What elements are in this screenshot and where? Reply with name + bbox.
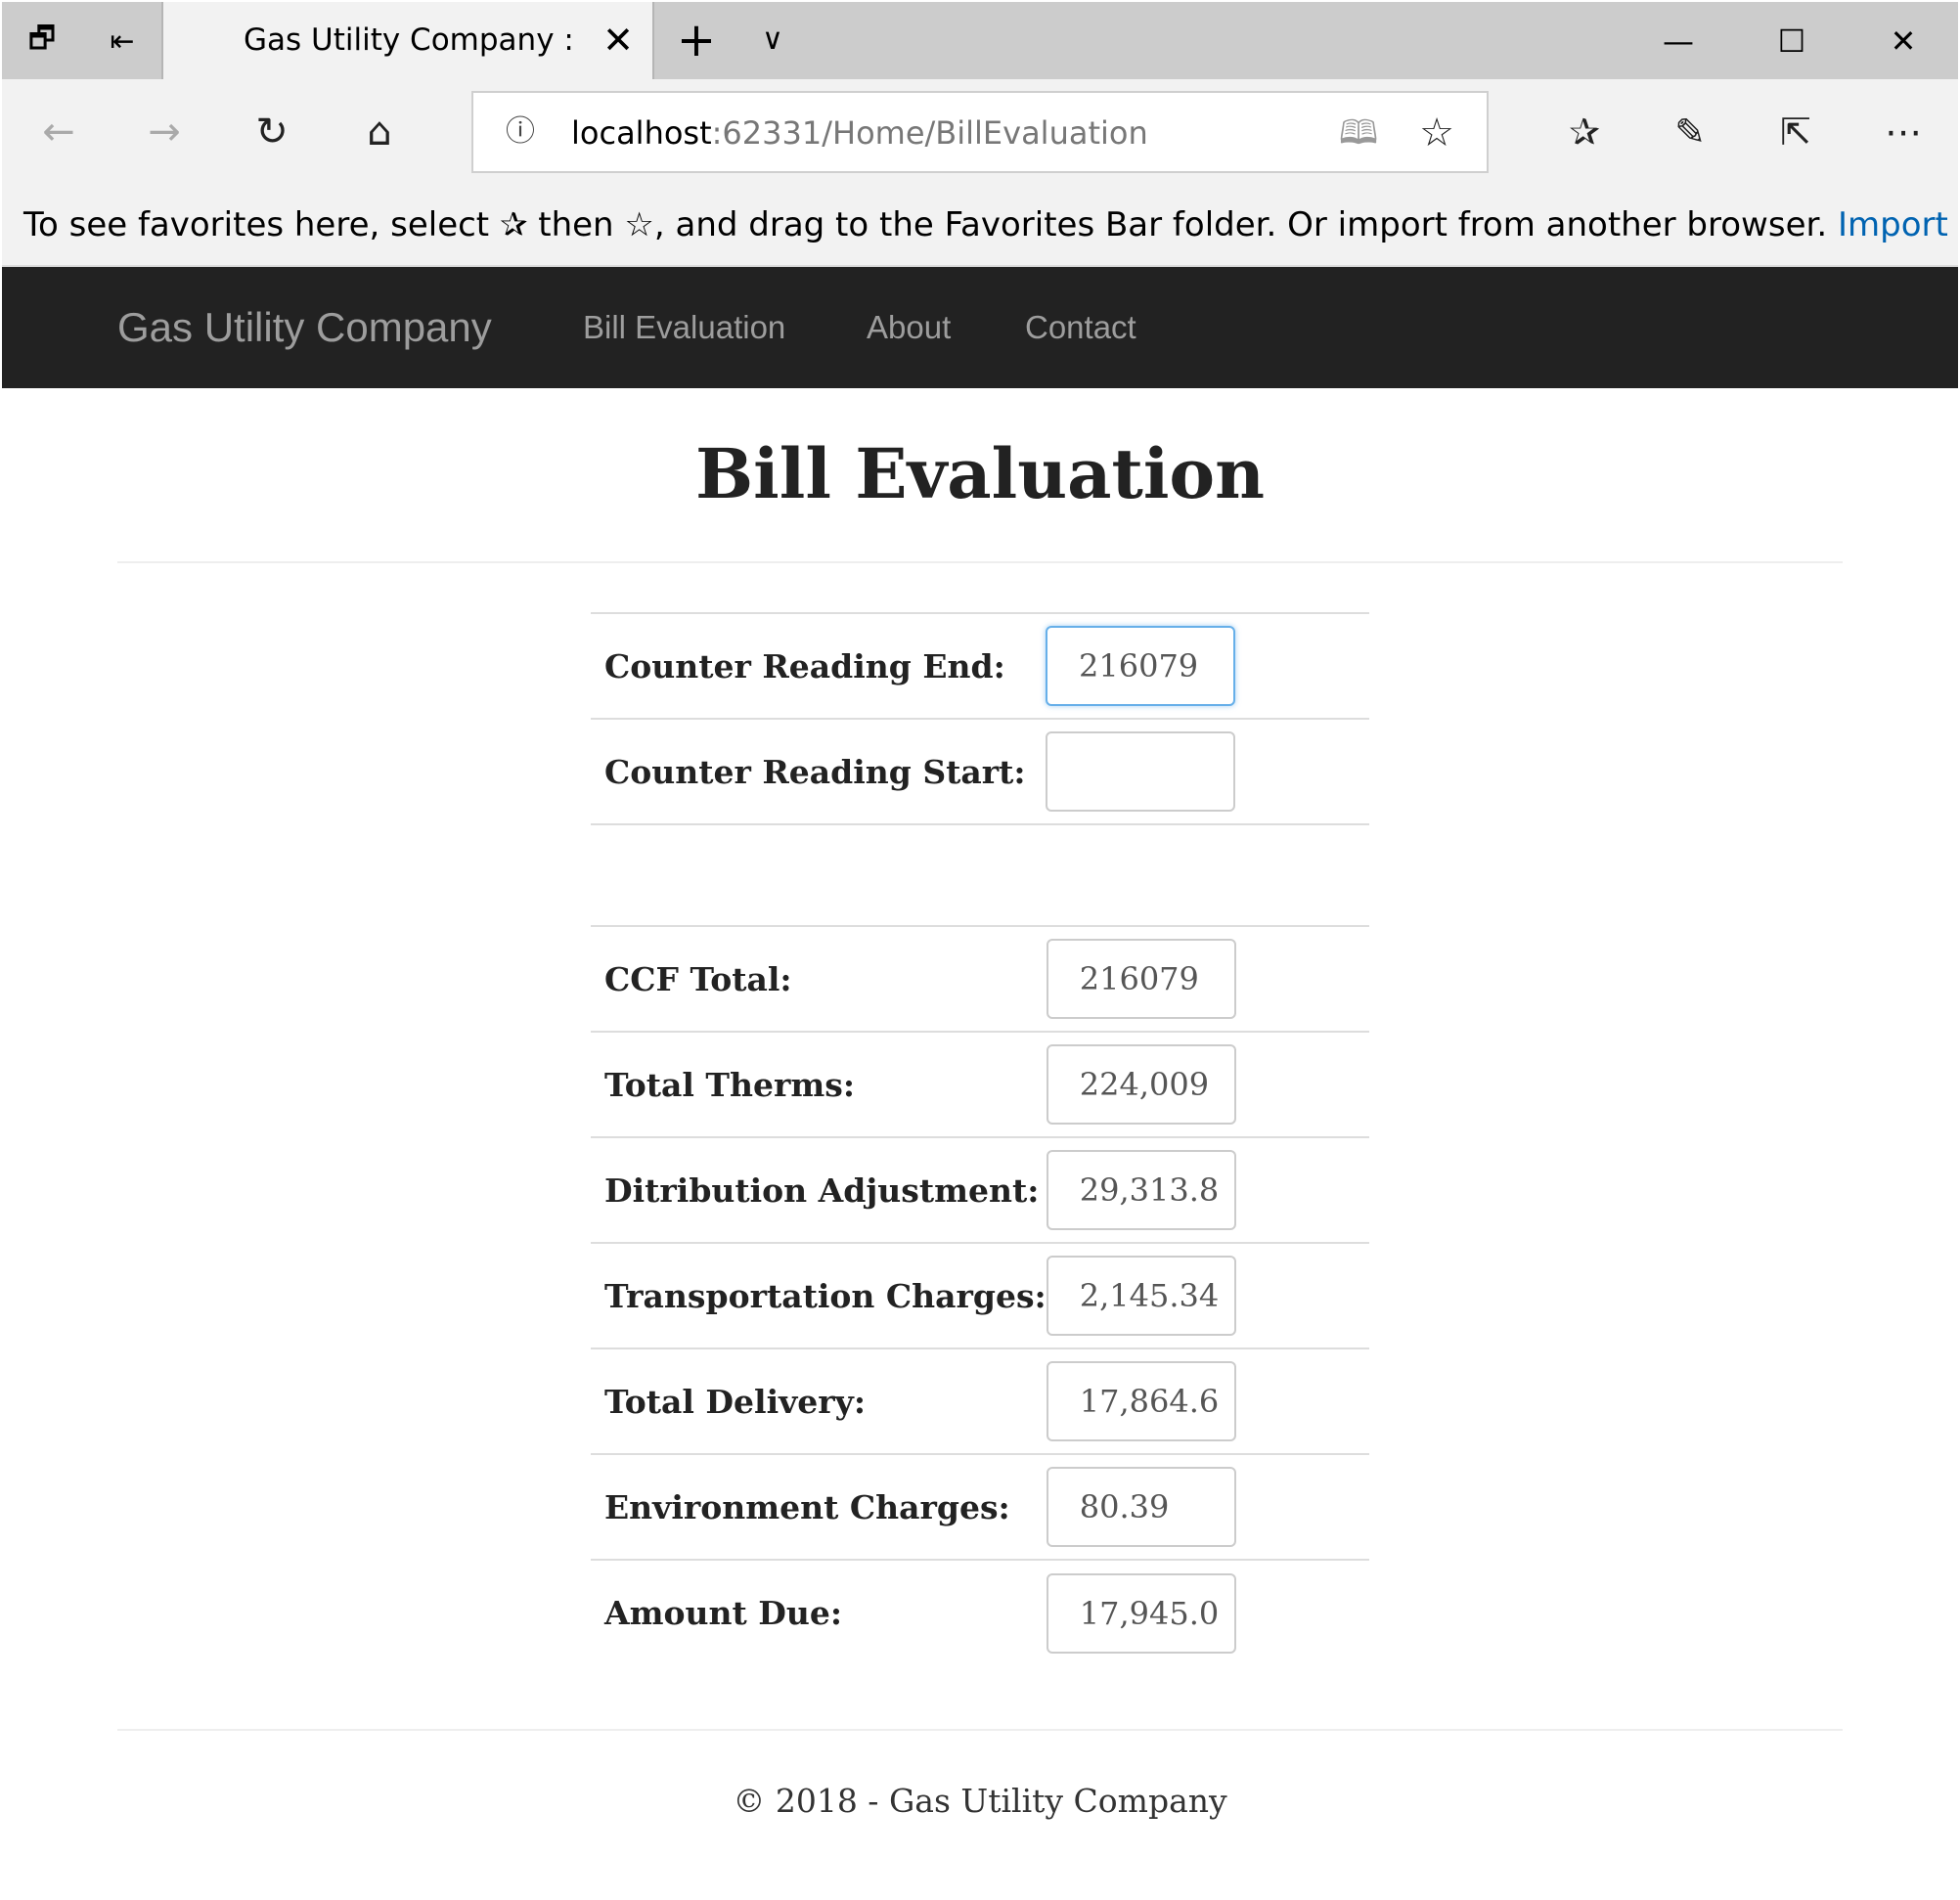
maximize-icon[interactable]: ☐ [1753, 12, 1831, 70]
total-therms-field[interactable]: 224,009 [1046, 1044, 1236, 1125]
amount-due-label: Amount Due: [591, 1559, 1047, 1665]
counter-reading-end-input[interactable]: 216079 [1046, 626, 1235, 706]
field-cell: 2,145.34 [1046, 1242, 1369, 1348]
spacer-cell [1046, 823, 1369, 930]
field-cell: 17,945.0 [1046, 1559, 1369, 1665]
field-cell: 224,009 [1046, 1031, 1369, 1137]
field-cell: 80.39 [1046, 1453, 1369, 1560]
table-row: Amount Due: 17,945.0 [591, 1559, 1369, 1665]
nav-link-bill-evaluation[interactable]: Bill Evaluation [583, 306, 785, 349]
ccf-total-field[interactable]: 216079 [1046, 939, 1236, 1019]
home-icon[interactable]: ⌂ [348, 101, 411, 163]
environment-charges-field[interactable]: 80.39 [1046, 1467, 1236, 1547]
minimize-icon[interactable]: — [1639, 12, 1717, 70]
field-cell [1046, 718, 1369, 824]
tab-set-aside-icon[interactable]: 🗗 [8, 12, 76, 70]
distribution-adjustment-label: Ditribution Adjustment: [591, 1136, 1047, 1243]
browser-toolbar: ← → ↻ ⌂ ⓘ localhost:62331/Home/BillEvalu… [2, 79, 1958, 185]
transportation-charges-field[interactable]: 2,145.34 [1046, 1256, 1236, 1336]
page-title: Bill Evaluation [694, 433, 1266, 514]
url-text[interactable]: localhost:62331/Home/BillEvaluation [571, 110, 1148, 155]
table-row: Ditribution Adjustment: 29,313.8 [591, 1136, 1369, 1243]
ccf-total-label: CCF Total: [591, 925, 1047, 1032]
total-delivery-field[interactable]: 17,864.6 [1046, 1361, 1236, 1441]
more-options-icon[interactable]: ⋯ [1872, 101, 1935, 163]
favorites-bar: To see favorites here, select ✰ then ☆, … [2, 185, 1958, 267]
favorites-hint: To see favorites here, select ✰ then ☆, … [23, 205, 1828, 244]
readings-table: Counter Reading End: 216079 Counter Read… [591, 612, 1369, 930]
distribution-adjustment-field[interactable]: 29,313.8 [1046, 1150, 1236, 1230]
share-icon[interactable]: ⇱ [1764, 101, 1827, 163]
counter-reading-end-label: Counter Reading End: [591, 612, 1046, 719]
close-window-icon[interactable]: ✕ [1864, 12, 1942, 70]
spacer-cell [591, 823, 1046, 930]
favorite-star-icon[interactable]: ☆ [1412, 109, 1461, 157]
browser-title-bar: 🗗 ⇤ Gas Utility Company :: Bill Evaluati… [2, 2, 1958, 79]
nav-link-contact[interactable]: Contact [1025, 306, 1136, 349]
results-table: CCF Total: 216079 Total Therms: 224,009 … [591, 925, 1369, 1665]
table-row: Counter Reading Start: [591, 718, 1369, 824]
total-delivery-label: Total Delivery: [591, 1348, 1047, 1454]
field-cell: 17,864.6 [1046, 1348, 1369, 1454]
table-row: CCF Total: 216079 [591, 925, 1369, 1032]
environment-charges-label: Environment Charges: [591, 1453, 1047, 1560]
table-row: Environment Charges: 80.39 [591, 1453, 1369, 1560]
tab-title: Gas Utility Company :: Bill Evaluation [244, 22, 576, 58]
nav-link-about[interactable]: About [867, 306, 951, 349]
transportation-charges-label: Transportation Charges: [591, 1242, 1047, 1348]
forward-arrow-icon[interactable]: → [133, 101, 196, 163]
import-favorites-link[interactable]: Import favorites [1838, 205, 1958, 244]
tab-divider [652, 2, 654, 79]
favorites-message: To see favorites here, select ✰ then ☆, … [23, 202, 1958, 247]
web-note-pen-icon[interactable]: ✎ [1659, 101, 1721, 163]
new-tab-icon[interactable]: + [667, 16, 726, 65]
amount-due-field[interactable]: 17,945.0 [1046, 1572, 1236, 1654]
header-divider [117, 561, 1843, 563]
site-info-icon[interactable]: ⓘ [501, 112, 540, 152]
table-row: Transportation Charges: 2,145.34 [591, 1242, 1369, 1348]
table-row: Total Delivery: 17,864.6 [591, 1348, 1369, 1454]
active-tab[interactable]: Gas Utility Company :: Bill Evaluation ✕ [163, 2, 652, 79]
footer-divider [117, 1729, 1843, 1731]
back-arrow-icon[interactable]: ← [27, 101, 90, 163]
close-tab-icon[interactable]: ✕ [594, 16, 643, 65]
field-cell: 216079 [1046, 925, 1369, 1032]
spacer-row [591, 823, 1369, 930]
refresh-icon[interactable]: ↻ [241, 101, 303, 163]
chevron-down-icon[interactable]: ∨ [743, 16, 802, 65]
field-cell: 29,313.8 [1046, 1136, 1369, 1243]
site-brand-link[interactable]: Gas Utility Company [117, 302, 492, 353]
favorites-hub-icon[interactable]: ✰ [1553, 101, 1616, 163]
table-row: Counter Reading End: 216079 [591, 612, 1369, 719]
url-path: :62331/Home/BillEvaluation [711, 114, 1148, 152]
site-navbar: Gas Utility Company Bill Evaluation Abou… [2, 267, 1958, 388]
reading-view-icon[interactable]: 🕮 [1334, 110, 1383, 155]
field-cell: 216079 [1046, 612, 1369, 719]
counter-reading-start-label: Counter Reading Start: [591, 718, 1046, 824]
counter-reading-start-input[interactable] [1046, 731, 1235, 812]
footer-copyright: © 2018 - Gas Utility Company [733, 1782, 1227, 1820]
total-therms-label: Total Therms: [591, 1031, 1047, 1137]
table-row: Total Therms: 224,009 [591, 1031, 1369, 1137]
url-host: localhost [571, 114, 712, 152]
address-bar[interactable]: ⓘ localhost:62331/Home/BillEvaluation 🕮 … [471, 91, 1489, 173]
tab-preview-icon[interactable]: ⇤ [88, 12, 156, 70]
